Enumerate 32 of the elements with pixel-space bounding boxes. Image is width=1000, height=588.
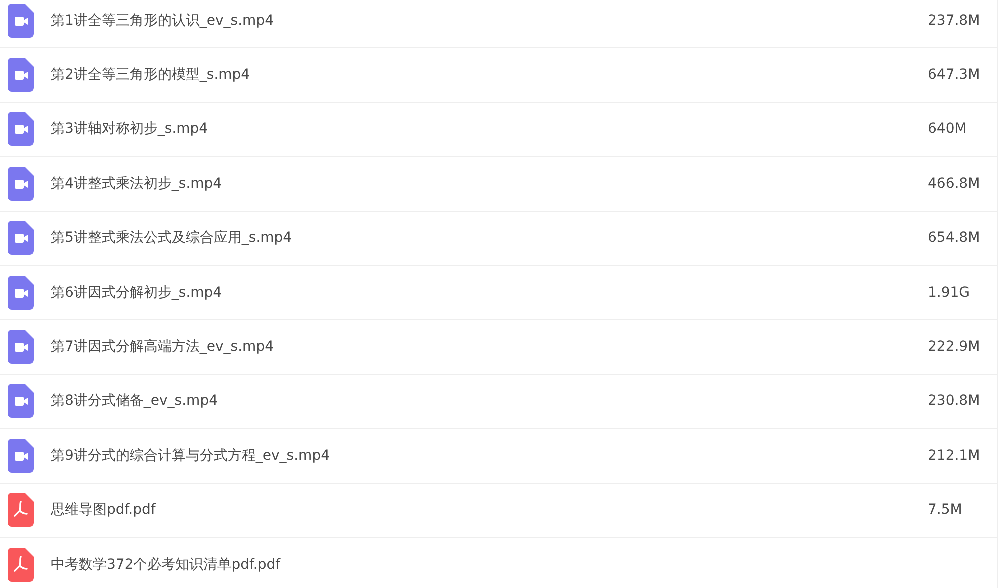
file-size: 237.8M: [928, 12, 982, 29]
file-name[interactable]: 第1讲全等三角形的认识_ev_s.mp4: [51, 12, 928, 30]
file-size: 230.8M: [928, 393, 982, 410]
video-file-icon: [8, 112, 34, 146]
pdf-file-icon: [8, 493, 34, 528]
video-file-icon: [8, 438, 34, 473]
video-file-icon: [8, 4, 34, 38]
file-size: 222.9M: [928, 339, 982, 356]
file-name[interactable]: 中考数学372个必考知识清单pdf.pdf: [51, 556, 997, 574]
file-size: 640M: [928, 121, 968, 138]
file-name[interactable]: 第5讲整式乘法公式及综合应用_s.mp4: [51, 229, 928, 248]
file-name[interactable]: 第7讲因式分解高端方法_ev_s.mp4: [51, 338, 928, 356]
file-name[interactable]: 思维导图pdf.pdf: [51, 501, 928, 520]
file-name[interactable]: 第9讲分式的综合计算与分式方程_ev_s.mp4: [51, 446, 928, 465]
file-size: 654.8M: [928, 230, 982, 246]
pdf-file-icon: [8, 548, 34, 582]
file-name[interactable]: 第6讲因式分解初步_s.mp4: [51, 284, 928, 302]
video-file-icon: [8, 58, 34, 92]
file-size: 1.91G: [928, 284, 972, 301]
file-name[interactable]: 第4讲整式乘法初步_s.mp4: [51, 174, 928, 193]
file-size: 647.3M: [928, 67, 982, 84]
video-file-icon: [8, 221, 34, 256]
video-file-icon: [8, 276, 34, 310]
video-file-icon: [8, 384, 34, 418]
file-size: 212.1M: [928, 448, 982, 464]
file-name[interactable]: 第3讲轴对称初步_s.mp4: [51, 120, 928, 138]
video-file-icon: [8, 166, 34, 201]
file-size: 466.8M: [928, 176, 982, 192]
file-size: 7.5M: [928, 502, 964, 518]
file-name[interactable]: 第8讲分式储备_ev_s.mp4: [51, 392, 928, 410]
file-name[interactable]: 第2讲全等三角形的模型_s.mp4: [51, 66, 928, 84]
video-file-icon: [8, 330, 34, 364]
